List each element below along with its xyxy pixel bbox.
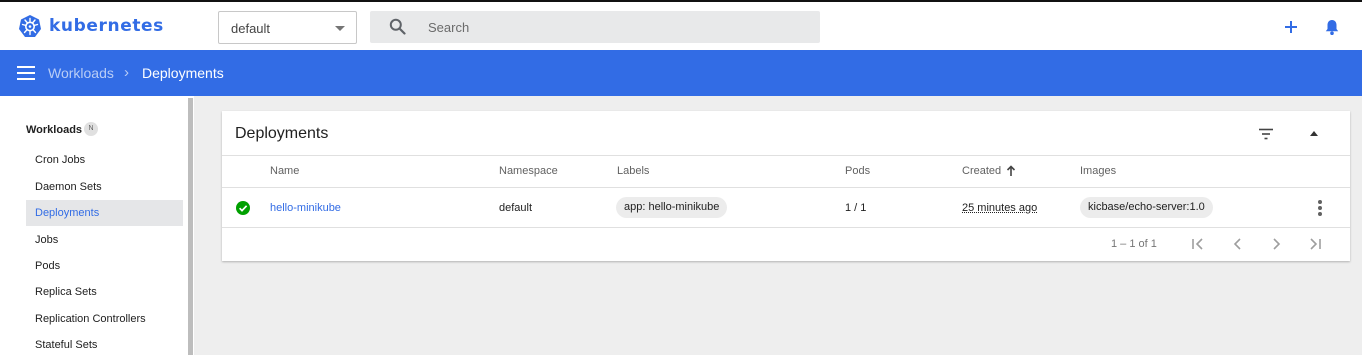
dropdown-arrow-icon	[335, 26, 345, 31]
sort-arrow-up-icon[interactable]	[1006, 165, 1016, 177]
deployment-namespace: default	[499, 202, 533, 214]
search-input[interactable]	[428, 11, 808, 43]
sidebar-item-daemon-sets[interactable]: Daemon Sets	[26, 174, 183, 200]
namespace-select[interactable]: default	[218, 11, 357, 44]
menu-icon[interactable]	[17, 66, 35, 80]
add-icon[interactable]	[1282, 18, 1300, 36]
breadcrumb-bar: Workloads › Deployments	[0, 50, 1362, 96]
top-toolbar: kubernetes default	[0, 0, 1362, 50]
kubernetes-logo[interactable]: kubernetes	[18, 14, 164, 38]
column-header-created[interactable]: Created	[962, 165, 1001, 177]
last-page-icon[interactable]	[1308, 238, 1322, 250]
sidebar-item-cron-jobs[interactable]: Cron Jobs	[26, 147, 183, 173]
sidebar-item-jobs[interactable]: Jobs	[26, 227, 183, 253]
sidebar: Workloads N Cron Jobs Daemon Sets Deploy…	[0, 96, 194, 355]
sidebar-item-replica-sets[interactable]: Replica Sets	[26, 279, 183, 305]
breadcrumb-chevron-icon: ›	[124, 64, 129, 81]
deployment-created: 25 minutes ago	[962, 202, 1038, 214]
label-chip: app: hello-minikube	[616, 197, 728, 218]
search-box[interactable]	[370, 11, 820, 43]
sidebar-item-pods[interactable]: Pods	[26, 253, 183, 279]
image-chip: kicbase/echo-server:1.0	[1080, 197, 1213, 218]
divider	[222, 227, 1350, 228]
filter-icon[interactable]	[1258, 128, 1274, 140]
search-icon	[389, 18, 406, 35]
divider	[222, 155, 1350, 156]
pagination-range: 1 – 1 of 1	[1111, 238, 1157, 250]
divider	[222, 187, 1350, 188]
sidebar-item-deployments[interactable]: Deployments	[26, 200, 183, 226]
sidebar-item-stateful-sets[interactable]: Stateful Sets	[26, 332, 183, 355]
column-header-name[interactable]: Name	[270, 165, 299, 177]
deployment-name-link[interactable]: hello-minikube	[270, 202, 341, 214]
brand-name: kubernetes	[49, 16, 164, 36]
notifications-bell-icon[interactable]	[1323, 18, 1341, 36]
previous-page-icon[interactable]	[1231, 238, 1245, 250]
deployments-card: Deployments Name Namespace Labels Pods C…	[222, 111, 1350, 261]
column-header-namespace[interactable]: Namespace	[499, 165, 558, 177]
column-header-pods: Pods	[845, 165, 871, 177]
column-header-images: Images	[1080, 165, 1117, 177]
namespace-value: default	[231, 21, 271, 36]
success-check-icon	[236, 201, 250, 215]
kubernetes-helm-icon	[19, 15, 41, 37]
deployment-pods: 1 / 1	[845, 202, 867, 214]
column-header-labels: Labels	[617, 165, 650, 177]
breadcrumb-current: Deployments	[142, 65, 224, 81]
next-page-icon[interactable]	[1269, 238, 1283, 250]
sidebar-item-replication-controllers[interactable]: Replication Controllers	[26, 306, 183, 332]
card-title: Deployments	[235, 125, 329, 142]
namespaced-badge: N	[84, 122, 98, 136]
collapse-icon[interactable]	[1310, 131, 1318, 136]
first-page-icon[interactable]	[1191, 238, 1205, 250]
breadcrumb-workloads-link[interactable]: Workloads	[48, 65, 114, 81]
sidebar-heading-workloads[interactable]: Workloads	[26, 124, 82, 136]
sidebar-scrollbar[interactable]	[188, 98, 193, 355]
more-actions-icon[interactable]	[1318, 200, 1322, 216]
